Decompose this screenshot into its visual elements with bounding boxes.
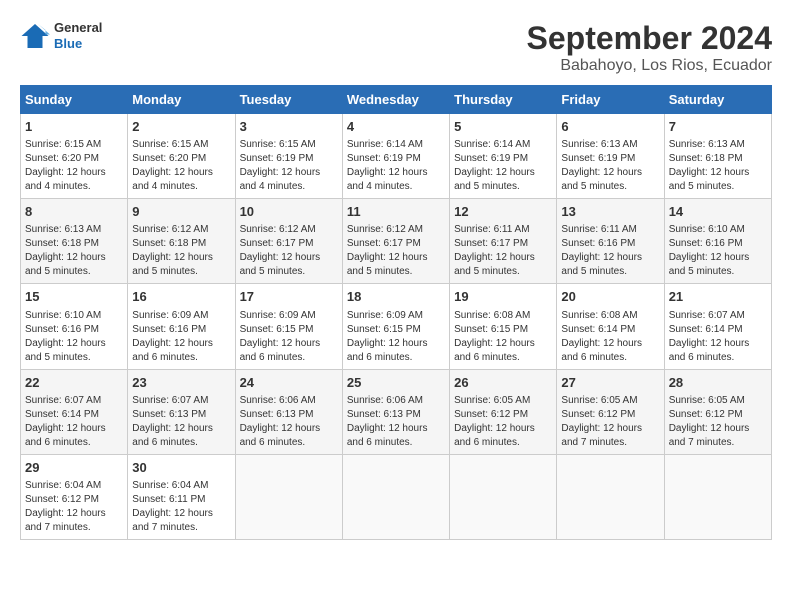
header: General Blue September 2024 Babahoyo, Lo… <box>20 20 772 75</box>
calendar-table: SundayMondayTuesdayWednesdayThursdayFrid… <box>20 85 772 540</box>
table-row: 26Sunrise: 6:05 AM Sunset: 6:12 PM Dayli… <box>450 369 557 454</box>
page-subtitle: Babahoyo, Los Rios, Ecuador <box>527 57 772 75</box>
logo-text: General Blue <box>54 20 102 51</box>
table-row: 7Sunrise: 6:13 AM Sunset: 6:18 PM Daylig… <box>664 114 771 199</box>
table-row: 25Sunrise: 6:06 AM Sunset: 6:13 PM Dayli… <box>342 369 449 454</box>
table-row: 28Sunrise: 6:05 AM Sunset: 6:12 PM Dayli… <box>664 369 771 454</box>
table-row <box>557 454 664 539</box>
logo-line1: General <box>54 20 102 36</box>
calendar-week-4: 22Sunrise: 6:07 AM Sunset: 6:14 PM Dayli… <box>21 369 772 454</box>
table-row: 15Sunrise: 6:10 AM Sunset: 6:16 PM Dayli… <box>21 284 128 369</box>
table-row: 14Sunrise: 6:10 AM Sunset: 6:16 PM Dayli… <box>664 199 771 284</box>
table-row: 5Sunrise: 6:14 AM Sunset: 6:19 PM Daylig… <box>450 114 557 199</box>
day-of-week-friday: Friday <box>557 86 664 114</box>
table-row: 17Sunrise: 6:09 AM Sunset: 6:15 PM Dayli… <box>235 284 342 369</box>
table-row <box>664 454 771 539</box>
table-row: 1Sunrise: 6:15 AM Sunset: 6:20 PM Daylig… <box>21 114 128 199</box>
table-row <box>235 454 342 539</box>
table-row: 9Sunrise: 6:12 AM Sunset: 6:18 PM Daylig… <box>128 199 235 284</box>
day-of-week-tuesday: Tuesday <box>235 86 342 114</box>
table-row: 8Sunrise: 6:13 AM Sunset: 6:18 PM Daylig… <box>21 199 128 284</box>
table-row: 11Sunrise: 6:12 AM Sunset: 6:17 PM Dayli… <box>342 199 449 284</box>
calendar-week-3: 15Sunrise: 6:10 AM Sunset: 6:16 PM Dayli… <box>21 284 772 369</box>
table-row: 27Sunrise: 6:05 AM Sunset: 6:12 PM Dayli… <box>557 369 664 454</box>
table-row: 22Sunrise: 6:07 AM Sunset: 6:14 PM Dayli… <box>21 369 128 454</box>
table-row: 21Sunrise: 6:07 AM Sunset: 6:14 PM Dayli… <box>664 284 771 369</box>
table-row: 3Sunrise: 6:15 AM Sunset: 6:19 PM Daylig… <box>235 114 342 199</box>
days-header-row: SundayMondayTuesdayWednesdayThursdayFrid… <box>21 86 772 114</box>
page-title: September 2024 <box>527 20 772 57</box>
table-row: 19Sunrise: 6:08 AM Sunset: 6:15 PM Dayli… <box>450 284 557 369</box>
table-row: 12Sunrise: 6:11 AM Sunset: 6:17 PM Dayli… <box>450 199 557 284</box>
table-row: 6Sunrise: 6:13 AM Sunset: 6:19 PM Daylig… <box>557 114 664 199</box>
calendar-week-1: 1Sunrise: 6:15 AM Sunset: 6:20 PM Daylig… <box>21 114 772 199</box>
table-row: 29Sunrise: 6:04 AM Sunset: 6:12 PM Dayli… <box>21 454 128 539</box>
calendar-week-2: 8Sunrise: 6:13 AM Sunset: 6:18 PM Daylig… <box>21 199 772 284</box>
table-row <box>342 454 449 539</box>
calendar-week-5: 29Sunrise: 6:04 AM Sunset: 6:12 PM Dayli… <box>21 454 772 539</box>
day-of-week-monday: Monday <box>128 86 235 114</box>
table-row: 2Sunrise: 6:15 AM Sunset: 6:20 PM Daylig… <box>128 114 235 199</box>
table-row: 16Sunrise: 6:09 AM Sunset: 6:16 PM Dayli… <box>128 284 235 369</box>
day-of-week-saturday: Saturday <box>664 86 771 114</box>
day-of-week-thursday: Thursday <box>450 86 557 114</box>
table-row: 20Sunrise: 6:08 AM Sunset: 6:14 PM Dayli… <box>557 284 664 369</box>
table-row: 23Sunrise: 6:07 AM Sunset: 6:13 PM Dayli… <box>128 369 235 454</box>
day-of-week-wednesday: Wednesday <box>342 86 449 114</box>
table-row: 30Sunrise: 6:04 AM Sunset: 6:11 PM Dayli… <box>128 454 235 539</box>
table-row: 10Sunrise: 6:12 AM Sunset: 6:17 PM Dayli… <box>235 199 342 284</box>
table-row: 4Sunrise: 6:14 AM Sunset: 6:19 PM Daylig… <box>342 114 449 199</box>
day-of-week-sunday: Sunday <box>21 86 128 114</box>
title-area: September 2024 Babahoyo, Los Rios, Ecuad… <box>527 20 772 75</box>
table-row <box>450 454 557 539</box>
table-row: 24Sunrise: 6:06 AM Sunset: 6:13 PM Dayli… <box>235 369 342 454</box>
table-row: 13Sunrise: 6:11 AM Sunset: 6:16 PM Dayli… <box>557 199 664 284</box>
logo-line2: Blue <box>54 36 102 52</box>
table-row: 18Sunrise: 6:09 AM Sunset: 6:15 PM Dayli… <box>342 284 449 369</box>
logo-icon <box>20 22 50 50</box>
logo: General Blue <box>20 20 102 51</box>
